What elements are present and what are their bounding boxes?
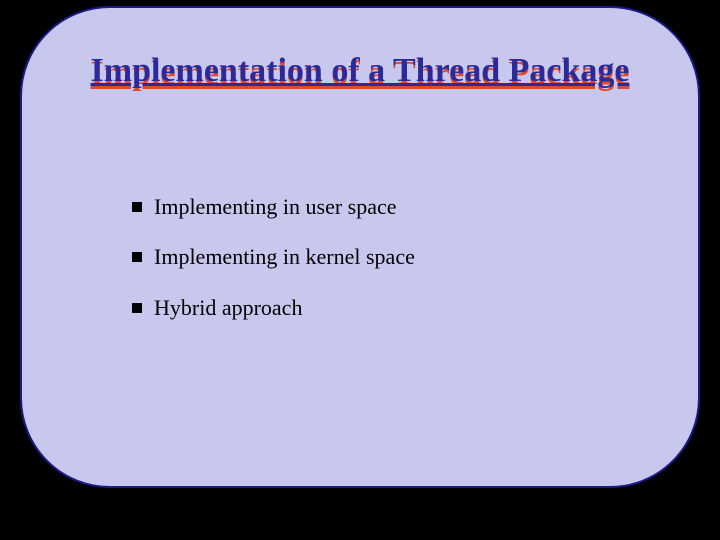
- bullet-list: Implementing in user space Implementing …: [132, 194, 638, 345]
- square-bullet-icon: [132, 202, 142, 212]
- bullet-text: Hybrid approach: [154, 295, 302, 321]
- slide-title: Implementation of a Thread Package: [22, 52, 698, 90]
- list-item: Implementing in user space: [132, 194, 638, 220]
- bullet-text: Implementing in kernel space: [154, 244, 415, 270]
- footer-university: Georgia State University: [0, 512, 720, 530]
- slide-title-wrap: Implementation of a Thread Package Imple…: [22, 52, 698, 90]
- bullet-text: Implementing in user space: [154, 194, 397, 220]
- slide-card: Implementation of a Thread Package Imple…: [20, 6, 700, 488]
- list-item: Implementing in kernel space: [132, 244, 638, 270]
- square-bullet-icon: [132, 303, 142, 313]
- square-bullet-icon: [132, 252, 142, 262]
- footer-author: Yi Pan: [657, 512, 700, 530]
- slide-footer: CSC 8420 Advanced Operating Systems Geor…: [0, 502, 720, 530]
- list-item: Hybrid approach: [132, 295, 638, 321]
